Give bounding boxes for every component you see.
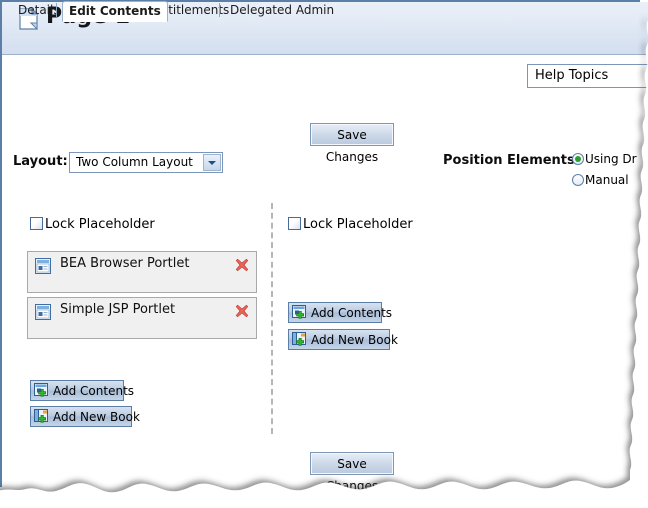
tab-separator-2: [219, 3, 220, 17]
tab-separator-1: [56, 3, 57, 17]
add-new-book-button-right[interactable]: Add New Book: [288, 329, 398, 350]
portlet-window-icon: [35, 258, 51, 274]
save-changes-button-top[interactable]: Save Changes: [310, 123, 394, 164]
radio-position-manually[interactable]: Manual: [572, 173, 629, 187]
position-elements-label: Position Elements:: [443, 153, 580, 168]
portlet-name: BEA Browser Portlet: [60, 256, 190, 271]
lock-placeholder-left-label: Lock Placeholder: [45, 217, 155, 232]
radio-on-icon: [572, 153, 584, 165]
portal-page-sheet: Page 1 Details Edit Contents Entitlement…: [0, 0, 648, 508]
lock-placeholder-right-label: Lock Placeholder: [303, 217, 413, 232]
radio-position-manually-label: Manual: [585, 173, 629, 187]
add-contents-button-left[interactable]: Add Contents: [30, 380, 134, 401]
chevron-down-icon[interactable]: [203, 154, 221, 171]
table-row[interactable]: Simple JSP Portlet: [27, 297, 257, 339]
help-topics-button[interactable]: Help Topics: [527, 64, 648, 88]
checkbox-icon[interactable]: [30, 217, 43, 230]
add-new-book-icon: [34, 409, 50, 425]
layout-label: Layout:: [13, 154, 68, 169]
tab-delegated-admin[interactable]: Delegated Admin: [224, 0, 340, 20]
add-new-book-button-left[interactable]: Add New Book: [30, 406, 140, 427]
tab-bar: [2, 35, 648, 55]
tab-details[interactable]: Details: [12, 0, 66, 20]
add-contents-icon: [292, 305, 308, 321]
add-new-book-button-right-label: Add New Book: [311, 333, 398, 347]
screenshot-root: Page 1 Details Edit Contents Entitlement…: [0, 0, 648, 508]
portlet-window-icon: [35, 304, 51, 320]
save-changes-button-bottom[interactable]: Save Changes: [310, 452, 394, 493]
add-contents-icon: [34, 383, 50, 399]
radio-position-using-drag-label: Using Dr: [585, 152, 637, 166]
checkbox-icon[interactable]: [288, 217, 301, 230]
radio-off-icon: [572, 174, 584, 186]
layout-select-value: Two Column Layout: [76, 155, 193, 169]
add-new-book-button-left-label: Add New Book: [53, 410, 140, 424]
column-divider: [271, 203, 273, 434]
add-new-book-icon: [292, 332, 308, 348]
table-row[interactable]: BEA Browser Portlet: [27, 251, 257, 293]
layout-select[interactable]: Two Column Layout: [69, 152, 223, 173]
lock-placeholder-right[interactable]: Lock Placeholder: [288, 217, 413, 232]
portlet-name: Simple JSP Portlet: [60, 302, 176, 317]
delete-x-icon[interactable]: [235, 304, 249, 318]
lock-placeholder-left[interactable]: Lock Placeholder: [30, 217, 155, 232]
add-contents-button-right[interactable]: Add Contents: [288, 302, 392, 323]
delete-x-icon[interactable]: [235, 258, 249, 272]
tab-edit-contents[interactable]: Edit Contents: [62, 1, 168, 22]
radio-position-using-drag[interactable]: Using Dr: [572, 152, 637, 166]
add-contents-button-left-label: Add Contents: [53, 384, 135, 398]
add-contents-button-right-label: Add Contents: [311, 306, 393, 320]
